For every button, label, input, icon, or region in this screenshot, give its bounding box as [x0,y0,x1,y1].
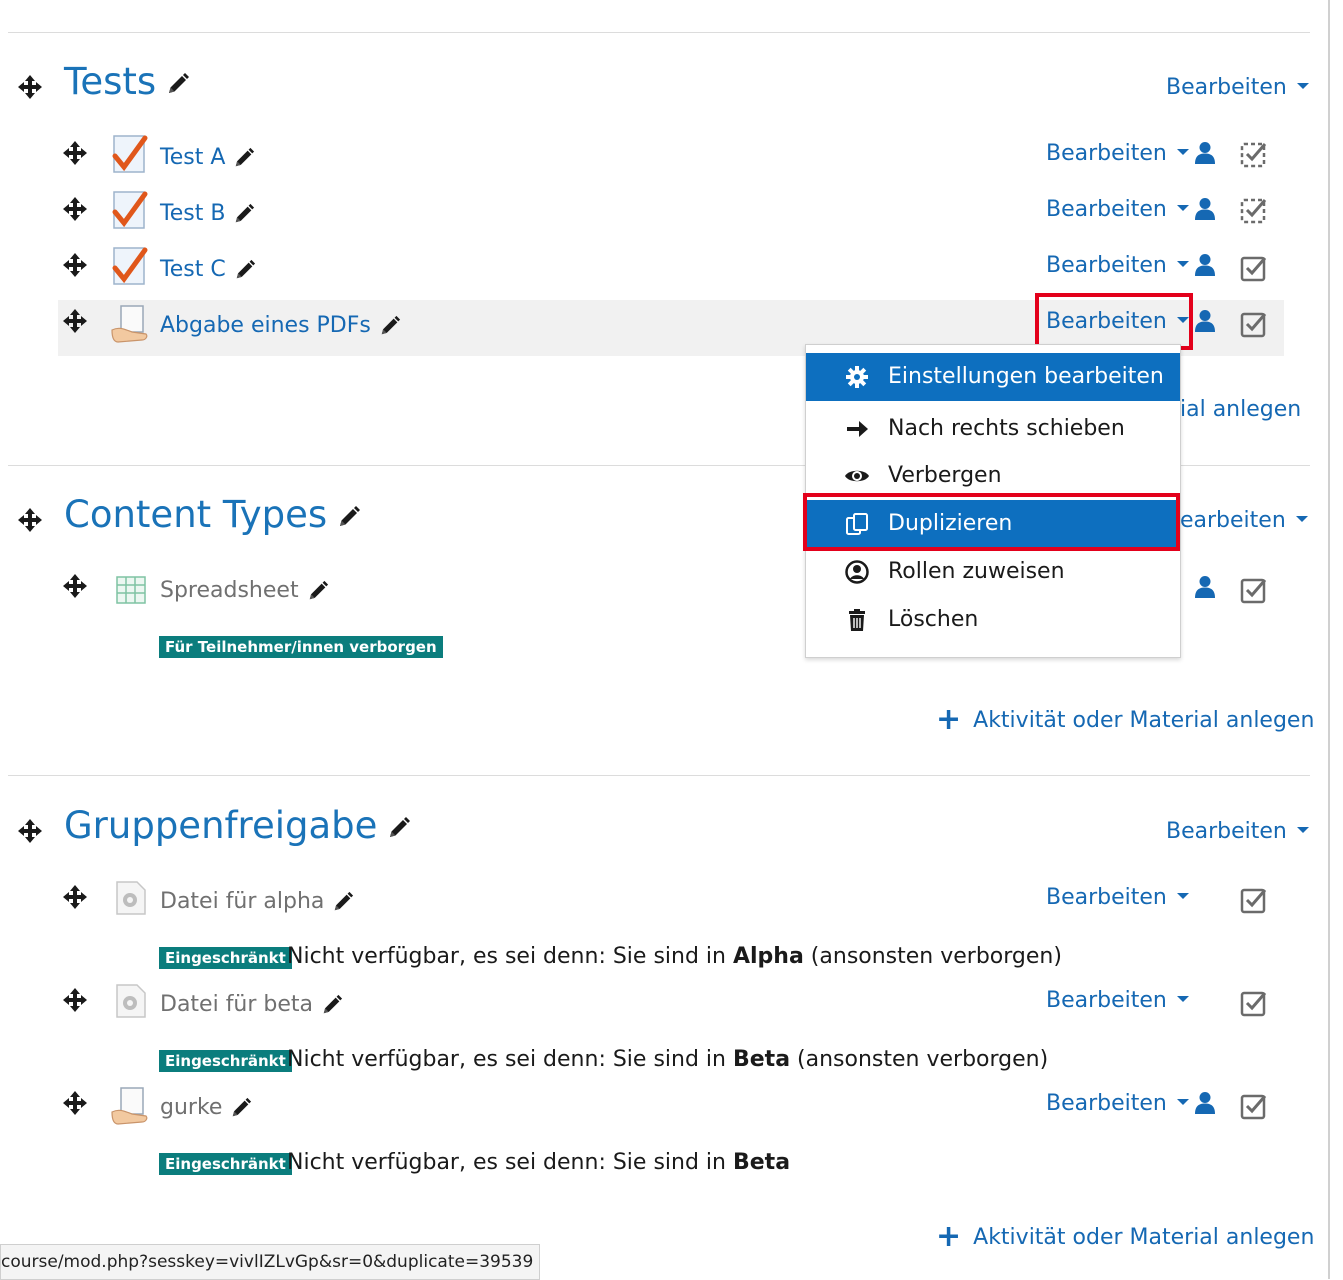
move-icon[interactable] [62,987,88,1013]
move-icon[interactable] [17,74,43,100]
user-icon[interactable] [1195,141,1215,165]
restricted-badge: Eingeschränkt [159,947,292,969]
activity-edit-menu[interactable]: Bearbeiten [1046,195,1189,225]
completion-checkbox-icon[interactable] [1240,254,1268,282]
activity-link-spreadsheet[interactable]: Spreadsheet [160,576,329,606]
activity-edit-menu[interactable]: Bearbeiten [1046,1089,1189,1119]
activity-edit-menu-open[interactable]: Bearbeiten [1046,307,1189,337]
eye-icon [845,470,869,482]
move-icon[interactable] [62,196,88,222]
restricted-badge: Eingeschränkt [159,1050,292,1072]
activity-link-datei-beta[interactable]: Datei für beta [160,990,343,1020]
quiz-icon [111,190,149,230]
browser-status-bar-url: course/mod.php?sesskey=vivlIZLvGp&sr=0&d… [0,1244,541,1280]
pencil-icon[interactable] [233,203,255,225]
pencil-icon[interactable] [233,147,255,169]
move-icon[interactable] [62,140,88,166]
section-edit-menu[interactable]: Bearbeiten [1166,73,1309,103]
section-title-text[interactable]: Gruppenfreigabe [64,804,377,847]
pencil-icon[interactable] [166,72,190,96]
hidden-badge: Für Teilnehmer/innen verborgen [159,636,443,658]
pencil-icon[interactable] [379,315,401,337]
menu-item-loeschen[interactable]: Löschen [806,596,1180,644]
user-circle-icon [845,560,869,584]
section-title[interactable]: Content Types [64,493,361,537]
section-title-text[interactable]: Content Types [64,493,327,536]
restricted-badge: Eingeschränkt [159,1153,292,1175]
add-activity-link[interactable]: ial anlegen [1180,395,1301,425]
completion-checkbox-icon[interactable] [1240,989,1268,1017]
file-icon [111,981,149,1021]
menu-item-verbergen[interactable]: Verbergen [806,452,1180,500]
activity-edit-dropdown: Einstellungen bearbeiten Nach rechts sch… [805,344,1181,658]
move-icon[interactable] [17,507,43,533]
plus-icon: + [936,702,962,737]
menu-item-duplizieren[interactable]: Duplizieren [806,500,1180,548]
menu-item-rollen-zuweisen[interactable]: Rollen zuweisen [806,548,1180,596]
section-title[interactable]: Tests [64,60,190,104]
section-divider [8,775,1310,776]
user-icon[interactable] [1195,197,1215,221]
move-icon[interactable] [62,884,88,910]
section-divider [8,32,1310,33]
assignment-icon [110,304,150,344]
pencil-icon[interactable] [337,505,361,529]
activity-link-test-c[interactable]: Test C [160,255,256,285]
user-icon[interactable] [1195,575,1215,599]
user-icon[interactable] [1195,1091,1215,1115]
window-right-border [1328,0,1330,1279]
move-icon[interactable] [62,1090,88,1116]
activity-link-gurke[interactable]: gurke [160,1093,252,1123]
gear-icon [846,366,868,388]
activity-edit-menu[interactable]: Bearbeiten [1046,986,1189,1016]
section-edit-menu[interactable]: Bearbeiten [1166,817,1309,847]
completion-checkbox-icon[interactable] [1240,886,1268,914]
pencil-icon[interactable] [230,1097,252,1119]
restriction-text: Nicht verfügbar, es sei denn: Sie sind i… [287,1150,791,1175]
completion-checkbox-icon[interactable] [1240,140,1268,168]
activity-link-test-b[interactable]: Test B [160,199,255,229]
pencil-icon[interactable] [387,816,411,840]
move-icon[interactable] [62,573,88,599]
arrow-right-icon [847,421,868,437]
restriction-text: Nicht verfügbar, es sei denn: Sie sind i… [287,1047,1049,1072]
quiz-icon [111,246,149,286]
file-icon [111,878,149,918]
pencil-icon[interactable] [307,580,329,602]
restriction-text: Nicht verfügbar, es sei denn: Sie sind i… [287,944,1062,969]
menu-item-einstellungen[interactable]: Einstellungen bearbeiten [806,353,1180,401]
completion-checkbox-icon[interactable] [1240,576,1268,604]
move-icon[interactable] [62,252,88,278]
pencil-icon[interactable] [321,994,343,1016]
spreadsheet-icon [115,574,147,606]
plus-icon: + [936,1219,962,1254]
activity-link-test-a[interactable]: Test A [160,143,255,173]
activity-edit-menu[interactable]: Bearbeiten [1046,251,1189,281]
completion-checkbox-icon[interactable] [1240,196,1268,224]
activity-edit-menu[interactable]: Bearbeiten [1046,139,1189,169]
trash-icon [849,609,865,631]
move-icon[interactable] [17,818,43,844]
section-title-text[interactable]: Tests [64,60,156,103]
pencil-icon[interactable] [234,259,256,281]
menu-item-nach-rechts[interactable]: Nach rechts schieben [806,405,1180,453]
section-title[interactable]: Gruppenfreigabe [64,804,411,848]
user-icon[interactable] [1195,253,1215,277]
quiz-icon [111,134,149,174]
assignment-icon [110,1086,150,1126]
activity-link-datei-alpha[interactable]: Datei für alpha [160,887,354,917]
pencil-icon[interactable] [332,891,354,913]
user-icon[interactable] [1195,309,1215,333]
section-edit-menu[interactable]: earbeiten [1180,506,1308,536]
add-activity-link[interactable]: + Aktivität oder Material anlegen [936,705,1314,736]
completion-checkbox-icon[interactable] [1240,310,1268,338]
completion-checkbox-icon[interactable] [1240,1092,1268,1120]
activity-link-abgabe-pdf[interactable]: Abgabe eines PDFs [160,311,401,341]
move-icon[interactable] [62,308,88,334]
add-activity-link[interactable]: + Aktivität oder Material anlegen [936,1222,1314,1253]
activity-edit-menu[interactable]: Bearbeiten [1046,883,1189,913]
duplicate-icon [846,513,868,535]
